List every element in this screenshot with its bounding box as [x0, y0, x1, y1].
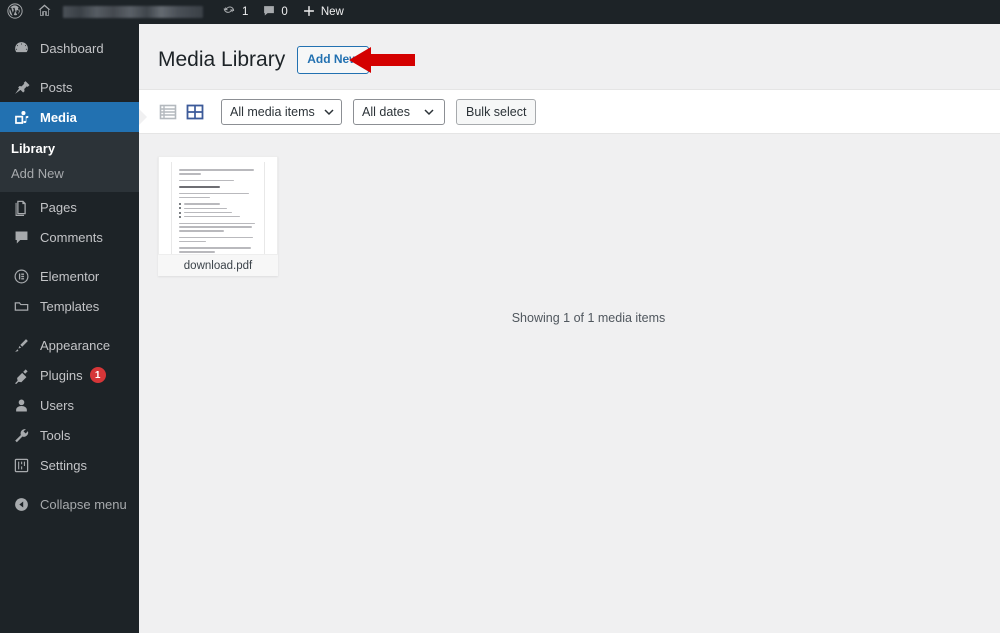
sidebar-item-dashboard[interactable]: Dashboard: [0, 33, 139, 63]
elementor-icon: [11, 266, 31, 286]
wordpress-logo-menu[interactable]: [0, 0, 30, 24]
comments-menu[interactable]: 0: [255, 0, 294, 24]
wrench-icon: [11, 425, 31, 445]
red-arrow-annotation: [349, 47, 415, 73]
plugins-update-badge: 1: [89, 367, 106, 383]
sidebar-label-pages: Pages: [40, 199, 77, 215]
page-header: Media Library Add New: [139, 24, 1000, 75]
page-title: Media Library: [158, 48, 286, 72]
document-page-preview: [172, 162, 264, 255]
pdf-thumbnail-preview: [166, 162, 270, 255]
sidebar-item-tools[interactable]: Tools: [0, 420, 139, 450]
wordpress-logo-icon: [7, 2, 23, 22]
collapse-menu-button[interactable]: Collapse menu: [0, 489, 139, 519]
sidebar-item-plugins[interactable]: Plugins 1: [0, 360, 139, 390]
sidebar-item-appearance[interactable]: Appearance: [0, 330, 139, 360]
admin-sidebar: Dashboard Posts Media Library Add New Pa…: [0, 24, 147, 633]
new-content-menu[interactable]: New: [295, 0, 351, 24]
sidebar-item-templates[interactable]: Templates: [0, 291, 139, 321]
sidebar-item-pages[interactable]: Pages: [0, 192, 139, 222]
date-filter-wrap: All dates: [353, 98, 456, 125]
comment-bubble-icon: [11, 227, 31, 247]
media-item-download-pdf[interactable]: download.pdf: [158, 156, 278, 277]
sidebar-item-settings[interactable]: Settings: [0, 450, 139, 480]
sidebar-item-elementor[interactable]: Elementor: [0, 261, 139, 291]
admin-bar: 1 0 New: [0, 0, 1000, 24]
media-toolbar: All media items All dates Bulk select: [139, 89, 1000, 135]
sidebar-item-comments[interactable]: Comments: [0, 222, 139, 252]
date-filter-select[interactable]: All dates: [353, 98, 445, 125]
sidebar-label-tools: Tools: [40, 427, 71, 443]
sidebar-spacer-top: [0, 24, 139, 33]
main-content: Media Library Add New All media items Al…: [139, 24, 1000, 633]
sidebar-label-media: Media: [40, 109, 77, 125]
plug-icon: [11, 365, 31, 385]
showing-count-text: Showing 1 of 1 media items: [511, 311, 666, 326]
updates-menu[interactable]: 1: [216, 0, 255, 24]
paintbrush-icon: [11, 335, 31, 355]
sidebar-item-posts[interactable]: Posts: [0, 72, 139, 102]
submenu-item-library[interactable]: Library: [0, 136, 139, 161]
comment-bubble-icon: [262, 4, 276, 21]
view-switcher: [158, 102, 205, 122]
user-icon: [11, 395, 31, 415]
site-name-redacted: [57, 0, 209, 24]
media-camera-icon: [11, 107, 31, 127]
sidebar-label-elementor: Elementor: [40, 268, 100, 284]
sidebar-label-comments: Comments: [40, 229, 103, 245]
list-view-icon[interactable]: [158, 102, 178, 122]
sidebar-item-media[interactable]: Media: [0, 102, 147, 132]
media-submenu: Library Add New: [0, 132, 139, 192]
settings-sliders-icon: [11, 455, 31, 475]
sidebar-label-appearance: Appearance: [40, 337, 111, 353]
plus-icon: [302, 4, 316, 21]
updates-count: 1: [242, 6, 249, 18]
site-name-menu[interactable]: [30, 0, 216, 24]
sidebar-label-plugins: Plugins: [40, 367, 83, 383]
dashboard-icon: [11, 38, 31, 58]
sidebar-label-users: Users: [40, 397, 74, 413]
media-filter-wrap: All media items: [221, 98, 353, 125]
grid-view-icon[interactable]: [185, 102, 205, 122]
bulk-select-button[interactable]: Bulk select: [456, 98, 537, 125]
sidebar-label-dashboard: Dashboard: [40, 40, 104, 56]
page-icon: [11, 197, 31, 217]
sidebar-label-settings: Settings: [40, 457, 87, 473]
collapse-menu-label: Collapse menu: [40, 496, 127, 512]
comments-count: 0: [281, 6, 288, 18]
pin-icon: [11, 77, 31, 97]
media-item-filename: download.pdf: [158, 254, 278, 277]
submenu-item-add-new[interactable]: Add New: [0, 161, 139, 186]
media-filter-select[interactable]: All media items: [221, 98, 342, 125]
sidebar-label-templates: Templates: [40, 298, 100, 314]
updates-icon: [223, 4, 237, 21]
new-content-label: New: [320, 6, 344, 18]
sidebar-label-posts: Posts: [40, 79, 73, 95]
media-grid: download.pdf Showing 1 of 1 media items: [139, 134, 1000, 325]
current-menu-arrow-icon: [139, 109, 147, 125]
home-icon: [37, 3, 52, 21]
sidebar-item-users[interactable]: Users: [0, 390, 139, 420]
folder-icon: [11, 296, 31, 316]
collapse-arrow-icon: [11, 494, 31, 514]
